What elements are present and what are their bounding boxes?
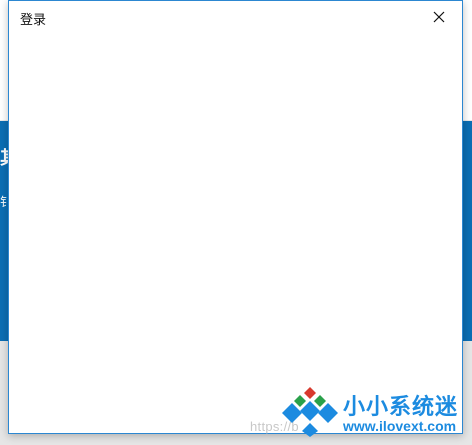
close-button[interactable] (416, 1, 462, 33)
dialog-titlebar: 登录 (9, 1, 462, 33)
dialog-content-area (9, 33, 462, 433)
dialog-title: 登录 (20, 12, 47, 27)
login-dialog: 登录 (8, 0, 463, 434)
close-icon (433, 11, 445, 23)
